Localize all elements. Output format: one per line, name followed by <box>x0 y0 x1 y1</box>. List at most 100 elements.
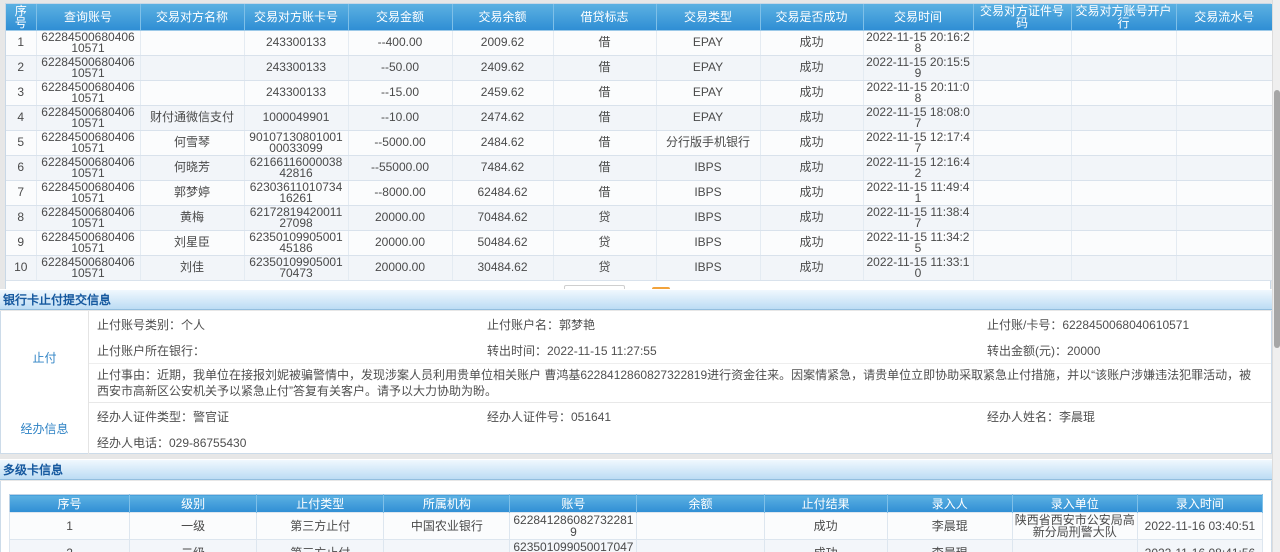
cell-cert-no <box>973 180 1071 205</box>
cell-success: 成功 <box>760 80 863 105</box>
cell-type: EPAY <box>656 30 760 55</box>
cell-counterparty-card: 6230361101073416261 <box>244 180 348 205</box>
cell-debit-credit: 借 <box>553 55 656 80</box>
cell-success: 成功 <box>760 30 863 55</box>
mc-cell-entry-time: 2022-11-16 08:41:56 <box>1137 540 1262 552</box>
cell-opening-bank <box>1071 80 1176 105</box>
cell-cert-no <box>973 230 1071 255</box>
cell-query-account: 6228450068040610571 <box>36 230 140 255</box>
cell-success: 成功 <box>760 105 863 130</box>
cell-balance: 30484.62 <box>452 255 553 280</box>
col-header-opening-bank: 交易对方账号开户行 <box>1071 4 1176 30</box>
stop-payment-panel: 止付 止付账号类别：个人 止付账户名：郭梦艳 止付账/卡号：6228450068… <box>0 311 1272 454</box>
table-row[interactable]: 1 一级 第三方止付 中国农业银行 6228412860827322819 成功… <box>10 513 1263 540</box>
cell-time: 2022-11-15 20:11:08 <box>863 80 973 105</box>
cell-serial-no <box>1176 130 1272 155</box>
cell-success: 成功 <box>760 130 863 155</box>
table-row[interactable]: 10 6228450068040610571 刘佳 62350109905001… <box>6 255 1272 280</box>
vertical-scrollbar[interactable] <box>1272 0 1280 552</box>
scrollbar-thumb[interactable] <box>1274 90 1280 348</box>
multi-card-body: 1 一级 第三方止付 中国农业银行 6228412860827322819 成功… <box>10 513 1263 552</box>
cell-serial-no <box>1176 180 1272 205</box>
cell-time: 2022-11-15 11:38:47 <box>863 205 973 230</box>
stop-card-no: 止付账/卡号：6228450068040610571 <box>987 316 1271 333</box>
cell-counterparty-card: 6235010990500170473 <box>244 255 348 280</box>
cell-type: IBPS <box>656 155 760 180</box>
cell-amount: 20000.00 <box>348 230 452 255</box>
multi-card-panel: 序号 级别 止付类型 所属机构 账号 余额 止付结果 录入人 录入单位 录入时间… <box>0 481 1272 552</box>
table-row[interactable]: 3 6228450068040610571 243300133 --15.00 … <box>6 80 1272 105</box>
table-row[interactable]: 6 6228450068040610571 何晓芳 62166116000038… <box>6 155 1272 180</box>
cell-amount: --15.00 <box>348 80 452 105</box>
cell-balance: 50484.62 <box>452 230 553 255</box>
cell-amount: --10.00 <box>348 105 452 130</box>
cell-balance: 2409.62 <box>452 55 553 80</box>
table-row[interactable]: 8 6228450068040610571 黄梅 621728194200112… <box>6 205 1272 230</box>
multi-card-header-row: 序号 级别 止付类型 所属机构 账号 余额 止付结果 录入人 录入单位 录入时间 <box>10 495 1263 513</box>
mc-cell-result: 成功 <box>764 540 887 552</box>
table-row[interactable]: 1 6228450068040610571 243300133 --400.00… <box>6 30 1272 55</box>
cell-counterparty-name: 刘星臣 <box>140 230 244 255</box>
cell-serial-no <box>1176 55 1272 80</box>
cell-success: 成功 <box>760 180 863 205</box>
cell-cert-no <box>973 80 1071 105</box>
cell-cert-no <box>973 130 1071 155</box>
cell-serial-no <box>1176 80 1272 105</box>
cell-time: 2022-11-15 20:15:59 <box>863 55 973 80</box>
cell-serial-no <box>1176 230 1272 255</box>
cell-query-account: 6228450068040610571 <box>36 180 140 205</box>
cell-success: 成功 <box>760 205 863 230</box>
cell-query-account: 6228450068040610571 <box>36 30 140 55</box>
cell-debit-credit: 借 <box>553 30 656 55</box>
table-row[interactable]: 7 6228450068040610571 郭梦婷 62303611010734… <box>6 180 1272 205</box>
cell-query-account: 6228450068040610571 <box>36 205 140 230</box>
operator-cert-no: 经办人证件号：051641 <box>487 408 987 425</box>
mc-col-stop-type: 止付类型 <box>257 495 384 513</box>
mc-cell-level: 一级 <box>130 513 257 540</box>
cell-debit-credit: 借 <box>553 155 656 180</box>
cell-serial-no <box>1176 255 1272 280</box>
cell-seq: 6 <box>6 155 36 180</box>
stop-account-bank: 止付账户所在银行： <box>97 342 487 359</box>
col-header-type: 交易类型 <box>656 4 760 30</box>
table-row[interactable]: 2 6228450068040610571 243300133 --50.00 … <box>6 55 1272 80</box>
cell-balance: 7484.62 <box>452 155 553 180</box>
cell-counterparty-name: 何晓芳 <box>140 155 244 180</box>
cell-seq: 8 <box>6 205 36 230</box>
cell-amount: --8000.00 <box>348 180 452 205</box>
table-row[interactable]: 9 6228450068040610571 刘星臣 62350109905001… <box>6 230 1272 255</box>
cell-query-account: 6228450068040610571 <box>36 155 140 180</box>
operator-group-label: 经办信息 <box>1 403 89 454</box>
transfer-amount: 转出金额(元)：20000 <box>987 342 1271 359</box>
cell-amount: 20000.00 <box>348 205 452 230</box>
cell-opening-bank <box>1071 255 1176 280</box>
table-row[interactable]: 4 6228450068040610571 财付通微信支付 1000049901… <box>6 105 1272 130</box>
cell-counterparty-card: 243300133 <box>244 55 348 80</box>
cell-seq: 10 <box>6 255 36 280</box>
cell-debit-credit: 贷 <box>553 255 656 280</box>
cell-debit-credit: 借 <box>553 80 656 105</box>
cell-counterparty-name: 郭梦婷 <box>140 180 244 205</box>
cell-opening-bank <box>1071 230 1176 255</box>
stop-payment-reason: 止付事由：近期，我单位在接报刘妮被骗警情中，发现涉案人员利用贵单位相关账户 曹鸿… <box>89 363 1271 404</box>
cell-balance: 2484.62 <box>452 130 553 155</box>
cell-counterparty-name: 刘佳 <box>140 255 244 280</box>
cell-debit-credit: 贷 <box>553 205 656 230</box>
cell-counterparty-card: 243300133 <box>244 80 348 105</box>
cell-counterparty-name: 黄梅 <box>140 205 244 230</box>
cell-type: IBPS <box>656 255 760 280</box>
cell-seq: 2 <box>6 55 36 80</box>
cell-query-account: 6228450068040610571 <box>36 130 140 155</box>
col-header-success: 交易是否成功 <box>760 4 863 30</box>
cell-amount: --55000.00 <box>348 155 452 180</box>
mc-cell-account: 6228412860827322819 <box>510 513 637 540</box>
table-row[interactable]: 2 二级 第三方止付 6235010990500170473 成功 李晨琨 20… <box>10 540 1263 552</box>
table-row[interactable]: 5 6228450068040610571 何雪琴 90107130801001… <box>6 130 1272 155</box>
cell-counterparty-name: 财付通微信支付 <box>140 105 244 130</box>
stop-payment-group: 止付 止付账号类别：个人 止付账户名：郭梦艳 止付账/卡号：6228450068… <box>1 311 1271 403</box>
cell-balance: 2474.62 <box>452 105 553 130</box>
cell-balance: 70484.62 <box>452 205 553 230</box>
cell-success: 成功 <box>760 155 863 180</box>
cell-counterparty-name <box>140 55 244 80</box>
cell-cert-no <box>973 155 1071 180</box>
